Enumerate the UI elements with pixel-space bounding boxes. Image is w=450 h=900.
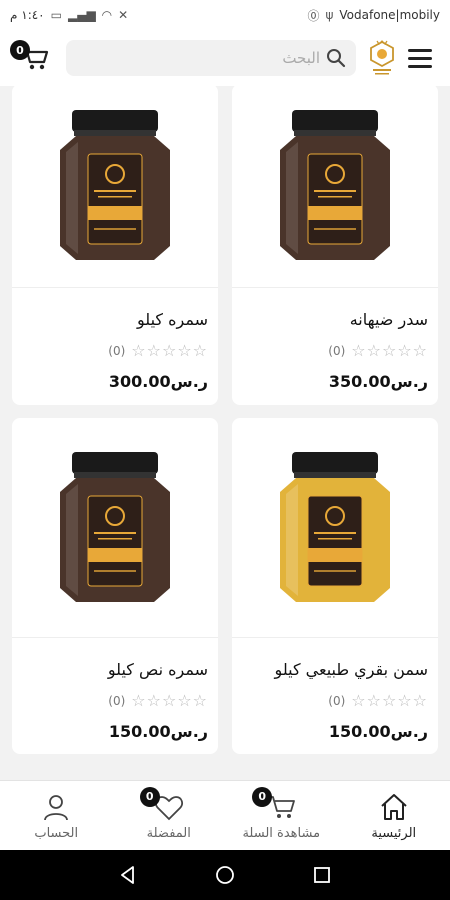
cart-count-badge: 0: [10, 40, 30, 60]
signal-icon: ▂▄▆: [67, 8, 96, 22]
rating-count: (0): [328, 343, 346, 358]
recents-icon[interactable]: [312, 865, 332, 885]
nav-home[interactable]: الرئيسية: [338, 781, 450, 850]
status-bar: ١:٤٠ م ▭ ▂▄▆ ◠ ✕ ⓪ ψ Vodafone|mobily: [0, 0, 450, 30]
nav-home-label: الرئيسية: [371, 825, 417, 841]
product-rating: (0) ☆☆☆☆☆: [12, 341, 218, 360]
status-time: ١:٤٠ م: [10, 8, 45, 22]
wifi-icon: ◠: [101, 8, 113, 22]
product-name[interactable]: سمره كيلو: [12, 310, 218, 329]
nav-account[interactable]: الحساب: [0, 781, 113, 850]
rating-count: (0): [328, 693, 346, 708]
product-image[interactable]: [232, 86, 438, 288]
product-name[interactable]: سمن بقري طبيعي كيلو: [232, 660, 438, 679]
product-card[interactable]: سدر ضيهانه (0) ☆☆☆☆☆ 350.00ر.س: [232, 86, 438, 405]
product-image[interactable]: [12, 418, 218, 638]
product-card[interactable]: سمره نص كيلو (0) ☆☆☆☆☆ 150.00ر.س: [12, 418, 218, 754]
status-right: ⓪ ψ Vodafone|mobily: [307, 7, 440, 24]
nav-account-label: الحساب: [34, 825, 79, 841]
user-icon: [41, 791, 71, 823]
nav-cart-label: مشاهدة السلة: [242, 825, 321, 841]
product-card[interactable]: سمره كيلو (0) ☆☆☆☆☆ 300.00ر.س: [12, 86, 218, 405]
product-rating: (0) ☆☆☆☆☆: [12, 691, 218, 710]
mute-icon: ✕: [118, 8, 129, 22]
carrier-name: Vodafone|mobily: [339, 8, 440, 22]
honey-logo-icon[interactable]: [364, 38, 400, 78]
product-card[interactable]: سمن بقري طبيعي كيلو (0) ☆☆☆☆☆ 150.00ر.س: [232, 418, 438, 754]
product-image[interactable]: [12, 86, 218, 288]
home-icon: [379, 791, 409, 823]
product-price: 350.00ر.س: [328, 372, 428, 391]
screen-record-icon: ▭: [50, 8, 62, 22]
bottom-navigation: الحساب 0 المفضلة 0 مشاهدة السلة الرئيسية: [0, 780, 450, 850]
star-rating-icon: ☆☆☆☆☆: [351, 341, 428, 360]
product-rating: (0) ☆☆☆☆☆: [232, 691, 438, 710]
product-rating: (0) ☆☆☆☆☆: [232, 341, 438, 360]
product-price: 300.00ر.س: [108, 372, 208, 391]
status-left: ١:٤٠ م ▭ ▂▄▆ ◠ ✕: [10, 8, 128, 22]
nav-cart-count-badge: 0: [252, 786, 273, 807]
cart-icon: 0: [252, 786, 296, 823]
back-icon[interactable]: [118, 865, 138, 885]
hamburger-menu-icon[interactable]: [400, 38, 440, 78]
nav-favorites[interactable]: 0 المفضلة: [113, 781, 226, 850]
product-price: 150.00ر.س: [328, 722, 428, 741]
honey-jar-icon: [60, 109, 170, 260]
usb-icon: ψ: [325, 8, 334, 22]
header-cart-button[interactable]: 0: [10, 38, 58, 78]
app-header: 0: [0, 30, 450, 86]
search-box[interactable]: [66, 40, 356, 76]
favorites-count-badge: 0: [139, 786, 160, 807]
system-navigation-bar: [0, 850, 450, 900]
honey-jar-icon: [60, 451, 170, 602]
nav-favorites-label: المفضلة: [146, 825, 191, 841]
rating-count: (0): [108, 343, 126, 358]
ghee-jar-icon: [280, 451, 390, 602]
rating-count: (0): [108, 693, 126, 708]
nav-cart[interactable]: 0 مشاهدة السلة: [225, 781, 338, 850]
star-rating-icon: ☆☆☆☆☆: [131, 691, 208, 710]
product-name[interactable]: سدر ضيهانه: [232, 310, 438, 329]
home-circle-icon[interactable]: [215, 865, 235, 885]
honey-jar-icon: [280, 109, 390, 260]
product-name[interactable]: سمره نص كيلو: [12, 660, 218, 679]
heart-icon: 0: [139, 786, 184, 823]
data-icon: ⓪: [307, 8, 320, 23]
star-rating-icon: ☆☆☆☆☆: [131, 341, 208, 360]
product-price: 150.00ر.س: [108, 722, 208, 741]
star-rating-icon: ☆☆☆☆☆: [351, 691, 428, 710]
product-grid: سدر ضيهانه (0) ☆☆☆☆☆ 350.00ر.س سمره كيلو: [0, 86, 450, 780]
product-image[interactable]: [232, 418, 438, 638]
search-icon[interactable]: [326, 48, 346, 68]
search-input[interactable]: [200, 49, 320, 67]
